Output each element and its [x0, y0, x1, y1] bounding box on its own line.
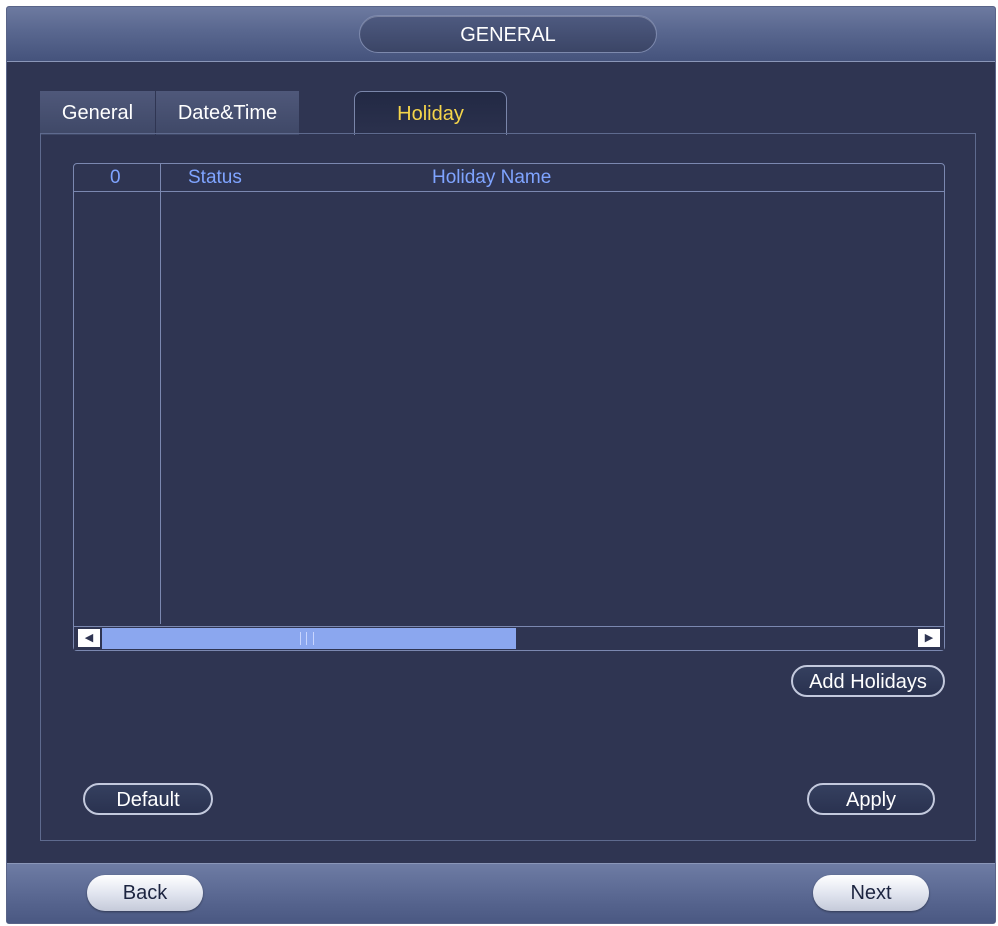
index-column-header[interactable]: 0 [110, 167, 121, 189]
horizontal-scrollbar[interactable]: ◀ ▶ [74, 626, 944, 650]
settings-window: GENERAL General Date&Time Holiday 0 Stat… [6, 6, 996, 924]
scroll-thumb[interactable] [102, 628, 516, 649]
default-button[interactable]: Default [83, 783, 213, 815]
title-bar: GENERAL [7, 7, 995, 62]
table-header: 0 Status Holiday Name [74, 164, 944, 192]
scroll-right-icon[interactable]: ▶ [918, 629, 940, 647]
column-divider [160, 164, 161, 624]
next-button[interactable]: Next [813, 875, 929, 911]
window-title: GENERAL [359, 15, 657, 53]
scroll-left-icon[interactable]: ◀ [78, 629, 100, 647]
grip-icon [300, 632, 314, 645]
bottom-nav-bar: Back Next [7, 863, 995, 923]
tab-date-time[interactable]: Date&Time [156, 91, 299, 135]
back-button[interactable]: Back [87, 875, 203, 911]
add-holidays-button[interactable]: Add Holidays [791, 665, 945, 697]
holiday-name-column-header[interactable]: Holiday Name [432, 167, 551, 189]
tab-holiday[interactable]: Holiday [354, 91, 507, 135]
tab-general[interactable]: General [40, 91, 155, 135]
apply-button[interactable]: Apply [807, 783, 935, 815]
status-column-header[interactable]: Status [188, 167, 242, 189]
holiday-table: 0 Status Holiday Name ◀ ▶ [73, 163, 945, 651]
